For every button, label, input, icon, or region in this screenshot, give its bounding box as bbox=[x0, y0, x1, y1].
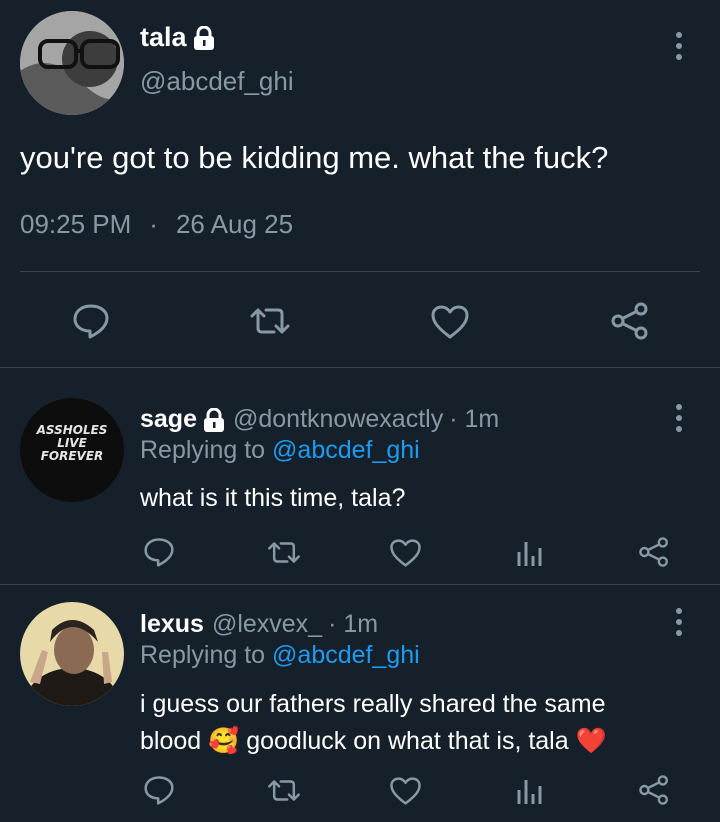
handle[interactable]: @dontknowexactly bbox=[233, 405, 443, 434]
tweet-text-line: blood 🥰 goodluck on what that is, tala ❤… bbox=[140, 723, 607, 760]
retweet-icon[interactable] bbox=[248, 306, 292, 336]
tweet-time: 09:25 PM bbox=[20, 209, 132, 239]
share-icon[interactable] bbox=[638, 774, 670, 806]
divider bbox=[0, 367, 720, 368]
share-icon[interactable] bbox=[610, 301, 650, 341]
replying-to: Replying to @abcdef_ghi bbox=[140, 641, 420, 670]
tweet-header: lexus @lexvex_ · 1m bbox=[140, 610, 378, 639]
display-name[interactable]: lexus bbox=[140, 610, 204, 639]
like-icon[interactable] bbox=[389, 776, 422, 806]
handle[interactable]: @abcdef_ghi bbox=[140, 66, 294, 97]
handle[interactable]: @lexvex_ bbox=[212, 610, 322, 639]
analytics-icon[interactable] bbox=[516, 776, 544, 806]
tweet-text: what is it this time, tala? bbox=[140, 484, 406, 512]
more-icon[interactable] bbox=[676, 404, 682, 437]
tweet-text: you're got to be kidding me. what the fu… bbox=[20, 140, 609, 175]
tweet-text-line: i guess our fathers really shared the sa… bbox=[140, 690, 606, 718]
retweet-icon[interactable] bbox=[266, 778, 302, 803]
avatar[interactable] bbox=[20, 602, 124, 706]
replying-handle-link[interactable]: @abcdef_ghi bbox=[272, 641, 420, 669]
avatar[interactable] bbox=[20, 11, 124, 115]
share-icon[interactable] bbox=[638, 536, 670, 568]
lock-icon bbox=[193, 25, 215, 50]
reply-icon[interactable] bbox=[143, 537, 175, 567]
retweet-icon[interactable] bbox=[266, 540, 302, 565]
tweet-age: · 1m bbox=[328, 610, 379, 638]
tweet-age: · 1m bbox=[449, 405, 500, 433]
reply-icon[interactable] bbox=[143, 775, 175, 805]
replying-handle-link[interactable]: @abcdef_ghi bbox=[272, 436, 420, 464]
tweet-text-segment: goodluck on what that is, tala bbox=[246, 727, 569, 755]
more-icon[interactable] bbox=[676, 608, 682, 641]
tweet-header: sage @dontknowexactly · 1m bbox=[140, 405, 499, 434]
tweet-timestamp: 09:25 PM · 26 Aug 25 bbox=[20, 209, 293, 240]
avatar[interactable]: ASSHOLES LIVE FOREVER bbox=[20, 398, 124, 502]
more-icon[interactable] bbox=[676, 32, 682, 65]
display-name[interactable]: sage bbox=[140, 405, 197, 434]
display-name[interactable]: tala bbox=[140, 22, 187, 53]
replying-prefix: Replying to bbox=[140, 641, 266, 669]
divider bbox=[0, 584, 720, 585]
smiling-hearts-emoji: 🥰 bbox=[208, 727, 240, 755]
analytics-icon[interactable] bbox=[516, 538, 544, 568]
replying-prefix: Replying to bbox=[140, 436, 266, 464]
like-icon[interactable] bbox=[389, 538, 422, 568]
replying-to: Replying to @abcdef_ghi bbox=[140, 436, 420, 465]
separator-dot: · bbox=[149, 209, 158, 239]
tweet-date: 26 Aug 25 bbox=[175, 209, 294, 239]
tweet-text: i guess our fathers really shared the sa… bbox=[140, 686, 607, 760]
tweet-header: tala bbox=[140, 22, 215, 53]
divider bbox=[20, 271, 700, 272]
red-heart-emoji: ❤️ bbox=[575, 727, 607, 755]
tweet-text-segment: blood bbox=[140, 727, 202, 755]
lock-icon bbox=[203, 407, 225, 432]
reply-icon[interactable] bbox=[72, 303, 110, 339]
like-icon[interactable] bbox=[430, 304, 470, 340]
avatar-text: FOREVER bbox=[40, 449, 104, 463]
